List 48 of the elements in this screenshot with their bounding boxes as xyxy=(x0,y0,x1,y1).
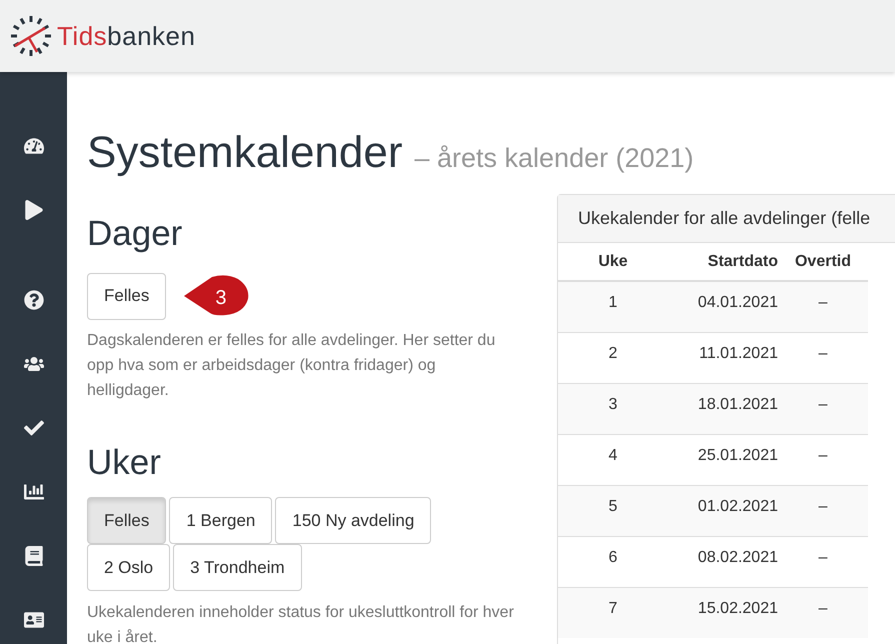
table-cell: – xyxy=(778,485,868,536)
bar-chart-icon[interactable] xyxy=(24,482,44,502)
table-cell: 18.01.2021 xyxy=(668,383,778,434)
column-header: Uke xyxy=(558,243,668,281)
table-cell: 3 xyxy=(558,383,668,434)
filter-button[interactable]: Felles xyxy=(87,497,166,544)
filter-button[interactable]: 1 Bergen xyxy=(169,497,272,544)
column-header: Overtid xyxy=(778,243,868,281)
table-cell: 4 xyxy=(558,434,668,485)
book-icon[interactable] xyxy=(24,546,44,566)
table-cell: – xyxy=(778,536,868,587)
column-header: Startdato xyxy=(668,243,778,281)
table-cell: – xyxy=(778,332,868,383)
section-heading: Uker xyxy=(87,442,162,484)
table-cell: 2 xyxy=(558,332,668,383)
page-subtitle: – årets kalender (2021) xyxy=(414,142,694,175)
clock-logo-icon xyxy=(11,16,51,56)
table-cell: 08.02.2021 xyxy=(668,536,778,587)
table-cell: 04.01.2021 xyxy=(668,281,778,332)
table-cell: 7 xyxy=(558,587,668,638)
page-title: Systemkalender xyxy=(87,127,402,179)
table-cell: 11.01.2021 xyxy=(668,332,778,383)
filter-button[interactable]: 150 Ny avdeling xyxy=(275,497,432,544)
logo-text: Tidsbanken xyxy=(57,20,196,52)
filter-button[interactable]: 2 Oslo xyxy=(87,544,170,591)
table-cell: 6 xyxy=(558,536,668,587)
panel-title: Ukekalender for alle avdelinger (felle xyxy=(578,207,870,230)
table-cell: – xyxy=(778,587,868,638)
table-cell: 1 xyxy=(558,281,668,332)
table-cell: – xyxy=(778,434,868,485)
dashboard-icon[interactable] xyxy=(24,136,44,156)
table-cell: 25.01.2021 xyxy=(668,434,778,485)
filter-button[interactable]: 3 Trondheim xyxy=(173,544,302,591)
id-card-icon[interactable] xyxy=(24,610,44,630)
weeks-description: Ukekalenderen inneholder status for ukesluttkontroll for hver uke i året. xyxy=(87,603,515,644)
users-icon[interactable] xyxy=(24,354,44,374)
filter-button[interactable]: Felles xyxy=(87,272,166,320)
checkmark-icon[interactable] xyxy=(24,418,44,438)
help-icon[interactable] xyxy=(24,290,44,310)
table-cell: 15.02.2021 xyxy=(668,587,778,638)
table-cell: – xyxy=(778,383,868,434)
table-cell: – xyxy=(778,281,868,332)
play-icon[interactable] xyxy=(24,200,44,220)
step-number: 3 xyxy=(215,286,226,311)
table-cell: 01.02.2021 xyxy=(668,485,778,536)
days-description: Dagskalenderen er felles for alle avdelinger. Her setter du opp hva som er arbeidsdager (kontra fridager) og helligdager. xyxy=(87,330,496,400)
section-heading: Dager xyxy=(87,213,184,255)
table-cell: 5 xyxy=(558,485,668,536)
